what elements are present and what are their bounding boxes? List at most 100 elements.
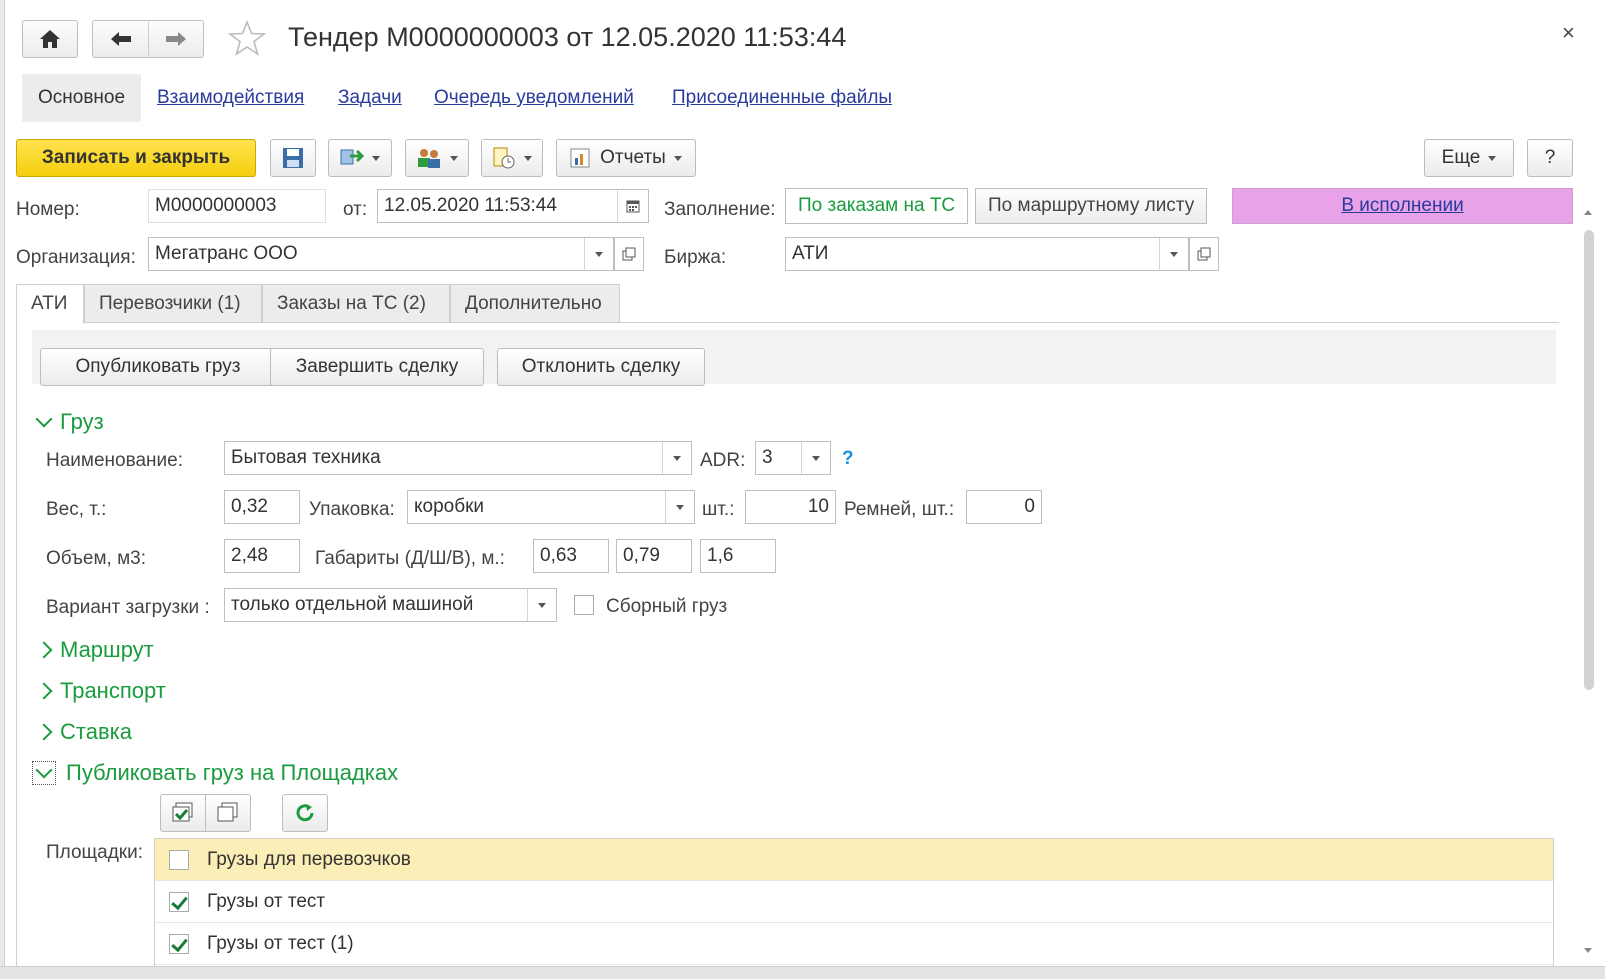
check-all-button[interactable] [160,794,206,832]
load-variant-field[interactable]: только отдельной машиной [224,588,557,622]
check-all-icon [172,802,193,822]
publish-cargo-button[interactable]: Опубликовать груз [40,348,276,386]
transport-group-title: Транспорт [60,678,166,703]
scroll-down-icon[interactable] [1584,948,1592,953]
chevron-down-icon [1488,155,1497,161]
cargo-name-field[interactable]: Бытовая техника [224,441,692,475]
route-group-header[interactable]: Маршрут [35,637,154,663]
adr-field[interactable]: 3 [755,441,831,475]
combined-cargo-checkbox[interactable] [574,595,594,615]
group-focus-box [32,761,56,785]
list-item[interactable]: Грузы от тест (1) [155,923,1553,965]
rate-group-title: Ставка [60,719,132,744]
page-title: Тендер М0000000003 от 12.05.2020 11:53:4… [288,22,847,52]
tab-ati[interactable]: АТИ [16,284,84,324]
fill-by-orders-option[interactable]: По заказам на ТС [785,188,969,224]
more-button[interactable]: Еще [1424,139,1514,177]
adr-value: 3 [762,447,773,468]
chevron-down-icon[interactable] [584,238,613,270]
pieces-label: шт.: [702,499,735,520]
list-item[interactable]: Грузы от тест [155,881,1553,923]
open-organization-button[interactable] [614,237,644,271]
scrollbar-thumb[interactable] [1584,230,1594,690]
belts-label: Ремней, шт.: [844,499,955,520]
scroll-up-icon[interactable] [1584,210,1592,215]
platform-checkbox[interactable] [169,850,189,870]
platform-checkbox[interactable] [169,892,189,912]
reports-button[interactable]: Отчеты [556,139,696,177]
chevron-right-icon [35,641,53,659]
refresh-icon [296,804,314,822]
exchange-field[interactable]: АТИ [785,237,1189,271]
section-interactions[interactable]: Взаимодействия [157,74,304,122]
tab-additional[interactable]: Дополнительно [450,284,620,322]
route-group-title: Маршрут [60,637,154,662]
save-button[interactable] [270,139,316,177]
platform-checkbox[interactable] [169,934,189,954]
section-notifications[interactable]: Очередь уведомлений [434,74,634,122]
finish-deal-button[interactable]: Завершить сделку [270,348,484,386]
chevron-down-icon [524,155,532,161]
refresh-button[interactable] [282,794,328,832]
number-field[interactable]: М0000000003 [148,189,326,223]
close-icon[interactable]: × [1562,20,1575,46]
tab-carriers[interactable]: Перевозчики (1) [84,284,262,322]
combined-cargo-label: Сборный груз [606,596,728,617]
chevron-down-icon[interactable] [662,442,691,474]
pieces-field[interactable]: 10 [745,490,836,524]
publish-group-header[interactable]: Публиковать груз на Площадках [32,760,398,786]
home-button[interactable] [22,20,78,58]
create-based-on-button[interactable] [328,139,392,177]
back-button[interactable] [94,22,149,56]
length-field[interactable]: 0,63 [533,539,609,573]
volume-field[interactable]: 2,48 [224,539,300,573]
chevron-down-icon[interactable] [665,491,694,523]
fill-by-route-sheet-option[interactable]: По маршрутному листу [975,188,1208,224]
more-label: Еще [1441,147,1481,168]
transport-group-header[interactable]: Транспорт [35,678,166,704]
save-close-button[interactable]: Записать и закрыть [16,139,256,177]
favorite-star-icon[interactable] [227,19,267,61]
forward-button[interactable] [149,22,203,56]
chevron-down-icon[interactable] [527,589,556,621]
packaging-field[interactable]: коробки [407,490,695,524]
width-field[interactable]: 0,79 [616,539,692,573]
uncheck-all-button[interactable] [205,794,251,832]
tab-vehicle-orders[interactable]: Заказы на ТС (2) [262,284,450,322]
help-button[interactable]: ? [1527,139,1573,177]
belts-field[interactable]: 0 [966,490,1042,524]
section-main[interactable]: Основное [22,74,142,122]
load-variant-label: Вариант загрузки : [46,597,210,618]
organization-field[interactable]: Мегатранс ООО [148,237,614,271]
document-clock-icon [493,147,515,169]
cargo-group-header[interactable]: Груз [35,409,104,435]
status-badge[interactable]: В исполнении [1232,188,1573,224]
date-value: 12.05.2020 11:53:44 [384,195,557,216]
rate-group-header[interactable]: Ставка [35,719,132,745]
chevron-down-icon [450,155,458,161]
reject-deal-button[interactable]: Отклонить сделку [497,348,705,386]
section-attached-files[interactable]: Присоединенные файлы [672,74,892,122]
date-field[interactable]: 12.05.2020 11:53:44 [377,189,649,223]
documents-menu-button[interactable] [481,139,543,177]
users-menu-button[interactable] [405,139,469,177]
weight-field[interactable]: 0,32 [224,490,300,524]
organization-value: Мегатранс ООО [155,243,298,264]
list-item[interactable]: Грузы для перевозчков [155,839,1553,881]
cargo-name-value: Бытовая техника [231,447,381,468]
height-field[interactable]: 1,6 [700,539,776,573]
adr-help-icon[interactable]: ? [842,448,854,470]
number-label: Номер: [16,199,80,220]
arrow-left-icon [110,32,131,46]
cargo-name-label: Наименование: [46,450,183,471]
history-nav [92,20,204,58]
calendar-icon[interactable] [617,190,648,222]
window-bottom-border [0,966,1605,979]
chevron-down-icon[interactable] [801,442,830,474]
chevron-down-icon[interactable] [1159,238,1188,270]
section-tasks[interactable]: Задачи [338,74,402,122]
arrow-right-icon [165,32,186,46]
open-exchange-button[interactable] [1189,237,1219,271]
adr-label: ADR: [700,450,746,471]
chevron-down-icon [35,410,53,428]
